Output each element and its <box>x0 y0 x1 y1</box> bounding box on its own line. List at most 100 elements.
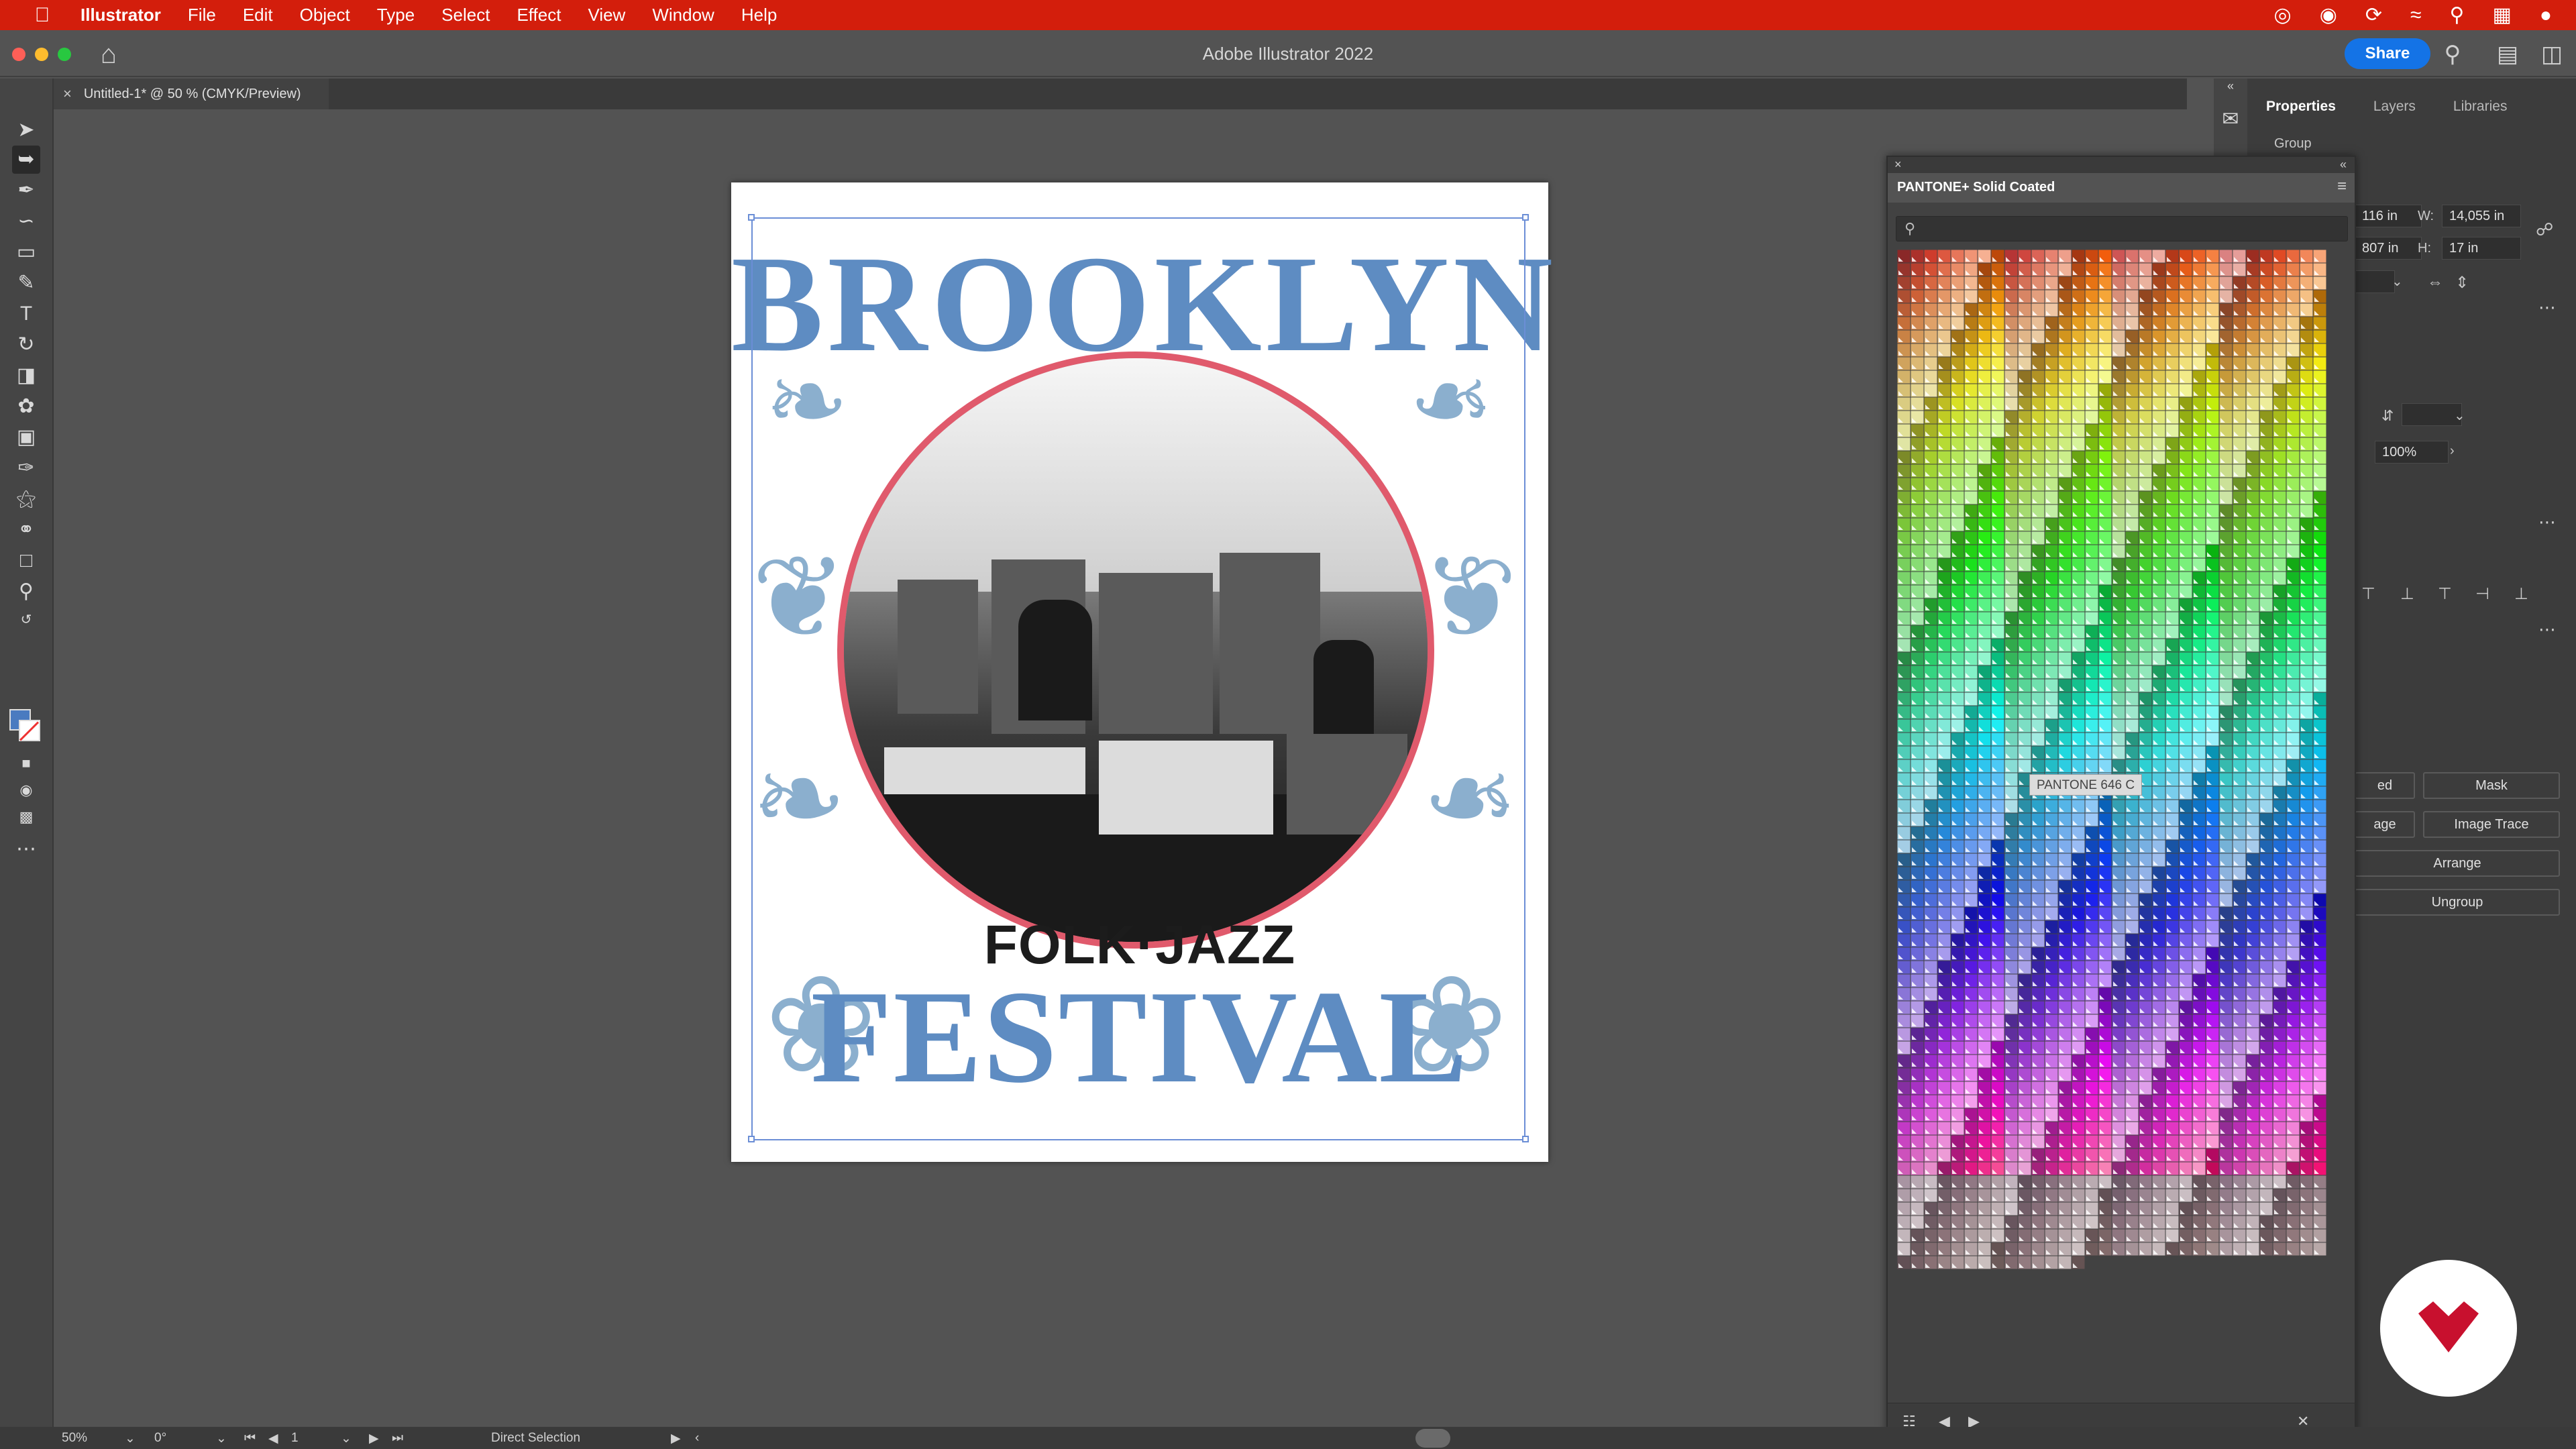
artboard-tool-icon[interactable]: □ <box>12 547 40 575</box>
creative-cloud-icon[interactable]: ◎ <box>2274 3 2292 27</box>
close-panel-icon[interactable]: × <box>1894 158 1902 172</box>
arrange-button[interactable]: Arrange <box>2355 850 2560 877</box>
stroke-color-swatch[interactable] <box>19 720 40 741</box>
more-transform-options-icon[interactable]: ⋯ <box>2538 297 2557 318</box>
control-center-icon[interactable]: ▦ <box>2493 3 2512 27</box>
sync-icon[interactable]: ⟳ <box>2365 3 2382 27</box>
menu-file[interactable]: File <box>188 5 216 25</box>
search-icon[interactable]: ⚲ <box>2438 40 2467 69</box>
tab-properties[interactable]: Properties <box>2247 92 2355 119</box>
selection-handle[interactable] <box>1522 1136 1529 1142</box>
eraser-tool-icon[interactable]: ◨ <box>12 362 40 390</box>
menu-view[interactable]: View <box>588 5 625 25</box>
menu-help[interactable]: Help <box>741 5 777 25</box>
share-button[interactable]: Share <box>2345 38 2430 69</box>
more-tools-icon[interactable]: ⋯ <box>12 835 40 863</box>
apple-icon[interactable]:  <box>25 4 59 27</box>
align-bottom-icon[interactable]: ⊥ <box>2400 584 2414 604</box>
swatch-search-input[interactable]: ⚲ <box>1896 216 2348 241</box>
menu-window[interactable]: Window <box>652 5 714 25</box>
tab-layers[interactable]: Layers <box>2355 92 2434 119</box>
height-field[interactable]: 17 in <box>2442 237 2521 260</box>
flip-horizontal-icon[interactable]: ⇔ <box>2427 273 2443 292</box>
lasso-tool-icon[interactable]: ✿ <box>12 392 40 421</box>
scroll-left-icon[interactable]: ‹ <box>695 1431 699 1446</box>
panel-header-strip[interactable]: × « <box>1888 157 2355 173</box>
align-top-icon[interactable]: ⊤ <box>2438 584 2452 604</box>
next-artboard-icon[interactable]: ▶ <box>369 1431 379 1446</box>
rotation-view[interactable]: 0° <box>154 1431 166 1446</box>
menu-object[interactable]: Object <box>300 5 350 25</box>
notification-center-icon[interactable]: ● <box>2540 4 2552 27</box>
shape-builder-tool-icon[interactable]: ⚭ <box>12 516 40 544</box>
panel-toggle-icon[interactable]: ◫ <box>2537 40 2567 69</box>
menu-app-name[interactable]: Illustrator <box>80 5 161 25</box>
previous-artboard-icon[interactable]: ◀ <box>268 1431 278 1446</box>
zoom-dropdown-icon[interactable]: ⌄ <box>125 1431 136 1446</box>
align-vertical-center-icon[interactable]: ⊤ <box>2361 584 2375 604</box>
ungroup-button[interactable]: Ungroup <box>2355 889 2560 916</box>
menu-edit[interactable]: Edit <box>243 5 273 25</box>
workspace-switcher-icon[interactable]: ▤ <box>2493 40 2522 69</box>
y-position-field[interactable]: 807 in <box>2355 237 2422 260</box>
image-trace-button[interactable]: Image Trace <box>2423 811 2560 838</box>
tab-libraries[interactable]: Libraries <box>2434 92 2526 119</box>
paintbrush-tool-icon[interactable]: ✎ <box>12 269 40 297</box>
rectangle-tool-icon[interactable]: ▭ <box>12 238 40 266</box>
horizontal-scrollbar-thumb[interactable] <box>1415 1429 1450 1448</box>
close-tab-icon[interactable]: × <box>63 85 72 103</box>
selection-handle[interactable] <box>1522 214 1529 221</box>
more-appearance-options-icon[interactable]: ⋯ <box>2538 512 2557 533</box>
zoom-level[interactable]: 50% <box>62 1431 87 1446</box>
type-tool-icon[interactable]: T <box>12 300 40 328</box>
swap-colors-icon[interactable]: ↺ <box>12 606 40 634</box>
pen-tool-icon[interactable]: ✒ <box>12 176 40 205</box>
selection-handle[interactable] <box>748 1136 755 1142</box>
menu-type[interactable]: Type <box>377 5 415 25</box>
opacity-field[interactable]: 100% <box>2375 441 2449 464</box>
crop-image-button[interactable]: age <box>2355 811 2415 838</box>
collapse-dock-icon[interactable]: « <box>2216 72 2245 100</box>
stroke-dropdown-icon[interactable]: ⌄ <box>2454 407 2465 424</box>
zoom-tool-icon[interactable]: ⚲ <box>12 578 40 606</box>
direct-selection-tool-icon[interactable]: ➥ <box>12 146 40 174</box>
first-artboard-icon[interactable]: ⏮ <box>244 1431 256 1446</box>
color-mode-icon[interactable]: ■ <box>12 749 40 777</box>
x-position-field[interactable]: 116 in <box>2355 205 2422 227</box>
artboard-dropdown-icon[interactable]: ⌄ <box>341 1431 352 1446</box>
rotation-dropdown-icon[interactable]: ⌄ <box>2392 273 2403 290</box>
selection-tool-icon[interactable]: ➤ <box>12 116 40 144</box>
align-baseline-icon[interactable]: ⊥ <box>2514 584 2528 604</box>
collapse-panel-icon[interactable]: « <box>2340 158 2347 172</box>
selection-bounding-box[interactable] <box>751 217 1525 1140</box>
wifi-icon[interactable]: ≈ <box>2410 4 2421 27</box>
stepper-icon[interactable]: ⇵ <box>2381 407 2394 425</box>
more-align-options-icon[interactable]: ⋯ <box>2538 619 2557 640</box>
swatch-grid[interactable] <box>1897 250 2326 1424</box>
stroke-weight-field[interactable] <box>2402 403 2462 426</box>
eyedropper-tool-icon[interactable]: ✑ <box>12 454 40 482</box>
selection-handle[interactable] <box>748 214 755 221</box>
flip-vertical-icon[interactable]: ⇕ <box>2455 273 2469 292</box>
embed-button[interactable]: ed <box>2355 772 2415 799</box>
screen-mode-icon[interactable]: ▩ <box>12 803 40 831</box>
gradient-tool-icon[interactable]: ▣ <box>12 423 40 451</box>
spotlight-search-icon[interactable]: ⚲ <box>2450 3 2465 27</box>
status-menu-arrow-icon[interactable]: ▶ <box>671 1431 681 1446</box>
panel-menu-icon[interactable]: ≡ <box>2337 177 2347 196</box>
rotation-field[interactable] <box>2355 270 2395 293</box>
mask-button[interactable]: Mask <box>2423 772 2560 799</box>
artboard-number[interactable]: 1 <box>291 1431 299 1446</box>
rotate-tool-icon[interactable]: ↻ <box>12 331 40 359</box>
width-field[interactable]: 14,055 in <box>2442 205 2521 227</box>
puppet-warp-tool-icon[interactable]: ⚝ <box>12 485 40 513</box>
comments-icon[interactable]: ✉ <box>2216 105 2245 133</box>
last-artboard-icon[interactable]: ⏭ <box>392 1431 403 1446</box>
constrain-proportions-icon[interactable]: ☍ <box>2536 219 2553 240</box>
drawing-mode-icon[interactable]: ◉ <box>12 776 40 804</box>
artboard[interactable]: ❧ ❧ ❦ ❦ ❧ ❧ ❀ ❀ BROOKLYN FOLK·JAZZ FESTI… <box>731 182 1553 1162</box>
align-middle-icon[interactable]: ⊣ <box>2475 584 2489 604</box>
opacity-arrow-icon[interactable]: › <box>2450 443 2455 459</box>
curvature-tool-icon[interactable]: ∽ <box>12 207 40 235</box>
menu-effect[interactable]: Effect <box>517 5 561 25</box>
